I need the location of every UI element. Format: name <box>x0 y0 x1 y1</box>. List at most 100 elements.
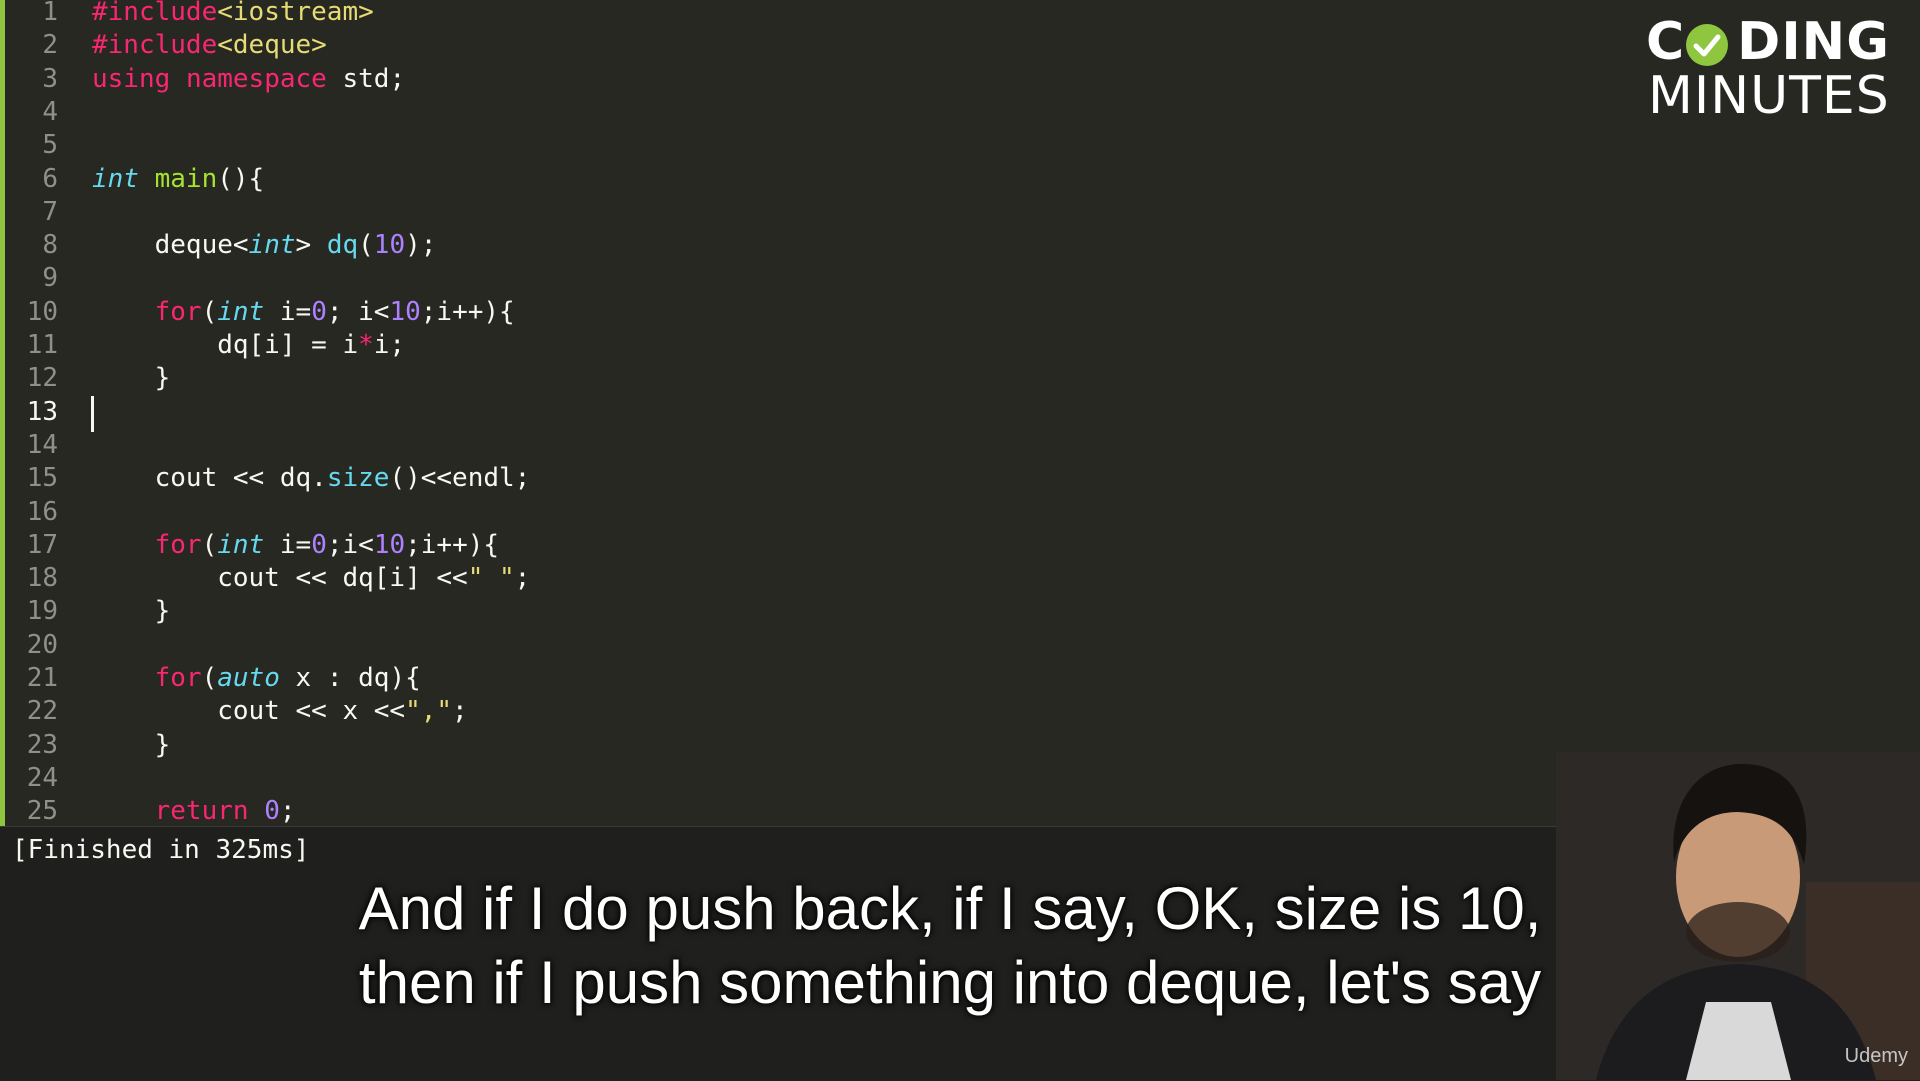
code-token: ( <box>201 296 218 327</box>
line-number: 4 <box>42 96 58 127</box>
code-line[interactable]: 21 for(auto x : dq){ <box>0 662 1700 695</box>
line-number: 24 <box>26 762 58 793</box>
code-text: dq[i] = i*i; <box>92 329 405 362</box>
code-token: ); <box>405 230 437 261</box>
subtitle-caption: And if I do push back, if I say, OK, siz… <box>240 872 1660 1020</box>
code-token: return <box>154 796 249 827</box>
check-icon <box>1686 24 1728 66</box>
code-line[interactable]: 4 <box>0 96 1700 129</box>
code-text: #include<iostream> <box>92 0 374 29</box>
code-line[interactable]: 18 cout << dq[i] <<" "; <box>0 562 1700 595</box>
code-token: size <box>326 463 390 494</box>
code-line[interactable]: 1 #include<iostream> <box>0 0 1700 29</box>
logo-line-1: C DING <box>1646 12 1890 72</box>
line-number: 19 <box>26 596 58 627</box>
line-number: 13 <box>26 396 58 427</box>
code-token: } <box>92 729 171 760</box>
code-token: " " <box>467 563 515 594</box>
code-token: deque< <box>92 230 249 261</box>
code-token: ; <box>452 696 468 727</box>
coding-minutes-logo: C DING MINUTES <box>1640 10 1910 126</box>
code-token: ; <box>279 796 296 827</box>
code-editor[interactable]: 1 #include<iostream> 2 #include<deque> 3 usin… <box>0 0 1920 826</box>
caption-line-1: And if I do push back, if I say, OK, siz… <box>358 875 1542 942</box>
code-text: for(int i=0; i<10;i++){ <box>92 296 515 329</box>
code-line[interactable]: 24 <box>0 762 1700 795</box>
line-number: 9 <box>42 263 58 294</box>
code-token: int <box>248 230 296 261</box>
code-line[interactable]: 12 } <box>0 362 1700 395</box>
code-line[interactable]: 16 <box>0 496 1700 529</box>
code-token: 0 <box>264 796 280 827</box>
code-line[interactable]: 10 for(int i=0; i<10;i++){ <box>0 296 1700 329</box>
code-token: int <box>217 296 265 327</box>
code-token: ;i++){ <box>405 529 500 560</box>
code-line[interactable]: 8 deque<int> dq(10); <box>0 229 1700 262</box>
code-token: int <box>92 163 139 194</box>
code-line[interactable]: 15 cout << dq.size()<<endl; <box>0 462 1700 495</box>
code-token: ( <box>358 230 374 261</box>
code-token: #include <box>92 0 218 27</box>
line-number: 21 <box>26 663 58 693</box>
code-token: auto <box>217 663 280 693</box>
code-line[interactable]: 5 <box>0 129 1700 162</box>
code-line[interactable]: 11 dq[i] = i*i; <box>0 329 1700 362</box>
code-token: cout << dq. <box>92 463 327 494</box>
presenter-webcam: Udemy <box>1556 752 1920 1080</box>
code-token: > <box>295 230 327 261</box>
code-line[interactable]: 20 <box>0 629 1700 662</box>
code-line[interactable]: 25 return 0; <box>0 795 1700 828</box>
code-token: ; i< <box>326 296 390 327</box>
code-text: deque<int> dq(10); <box>92 229 437 262</box>
line-number: 1 <box>42 0 58 27</box>
code-token: i= <box>264 296 312 327</box>
line-number: 6 <box>42 163 58 194</box>
code-token: for <box>154 296 202 327</box>
code-line[interactable]: 9 <box>0 262 1700 295</box>
line-number: 20 <box>26 629 58 660</box>
code-line[interactable]: 6 int main(){ <box>0 163 1700 196</box>
code-line[interactable]: 3 using namespace std; <box>0 63 1700 96</box>
presenter-silhouette <box>1556 752 1920 1080</box>
code-token: std; <box>326 63 406 94</box>
code-token: <iostream> <box>217 0 374 27</box>
code-text: using namespace std; <box>92 63 405 96</box>
code-text: for(int i=0;i<10;i++){ <box>92 529 499 562</box>
code-token: ( <box>201 529 218 560</box>
code-line[interactable]: 22 cout << x <<","; <box>0 695 1700 728</box>
code-line[interactable]: 23 } <box>0 729 1700 762</box>
code-line[interactable]: 17 for(int i=0;i<10;i++){ <box>0 529 1700 562</box>
code-token: cout << x << <box>92 696 406 727</box>
code-token: ( <box>201 663 218 693</box>
code-token: #include <box>92 30 218 61</box>
code-line[interactable]: 7 <box>0 196 1700 229</box>
line-number: 3 <box>42 63 58 94</box>
line-number: 22 <box>26 696 58 727</box>
code-token: (){ <box>217 163 265 194</box>
line-number: 18 <box>26 563 58 594</box>
code-token: 0 <box>311 296 327 327</box>
line-number: 12 <box>26 363 58 394</box>
code-line[interactable]: 13 <box>0 396 1700 429</box>
line-number: 2 <box>42 30 58 61</box>
code-token: ;i++){ <box>420 296 515 327</box>
code-token: for <box>154 529 202 560</box>
code-token: dq[i] = i <box>92 330 359 360</box>
line-number: 14 <box>26 429 58 460</box>
code-text: } <box>92 595 171 628</box>
udemy-watermark: Udemy <box>1844 1045 1908 1067</box>
code-token: } <box>92 363 171 394</box>
line-number: 25 <box>26 796 58 827</box>
code-token: dq <box>326 230 359 261</box>
code-text: int main(){ <box>92 163 264 196</box>
code-line[interactable]: 19 } <box>0 595 1700 628</box>
code-token: cout << dq[i] << <box>92 563 468 594</box>
code-token: for <box>154 663 202 693</box>
code-line[interactable]: 2 #include<deque> <box>0 29 1700 62</box>
code-token: <deque> <box>217 30 327 61</box>
code-line[interactable]: 14 <box>0 429 1700 462</box>
